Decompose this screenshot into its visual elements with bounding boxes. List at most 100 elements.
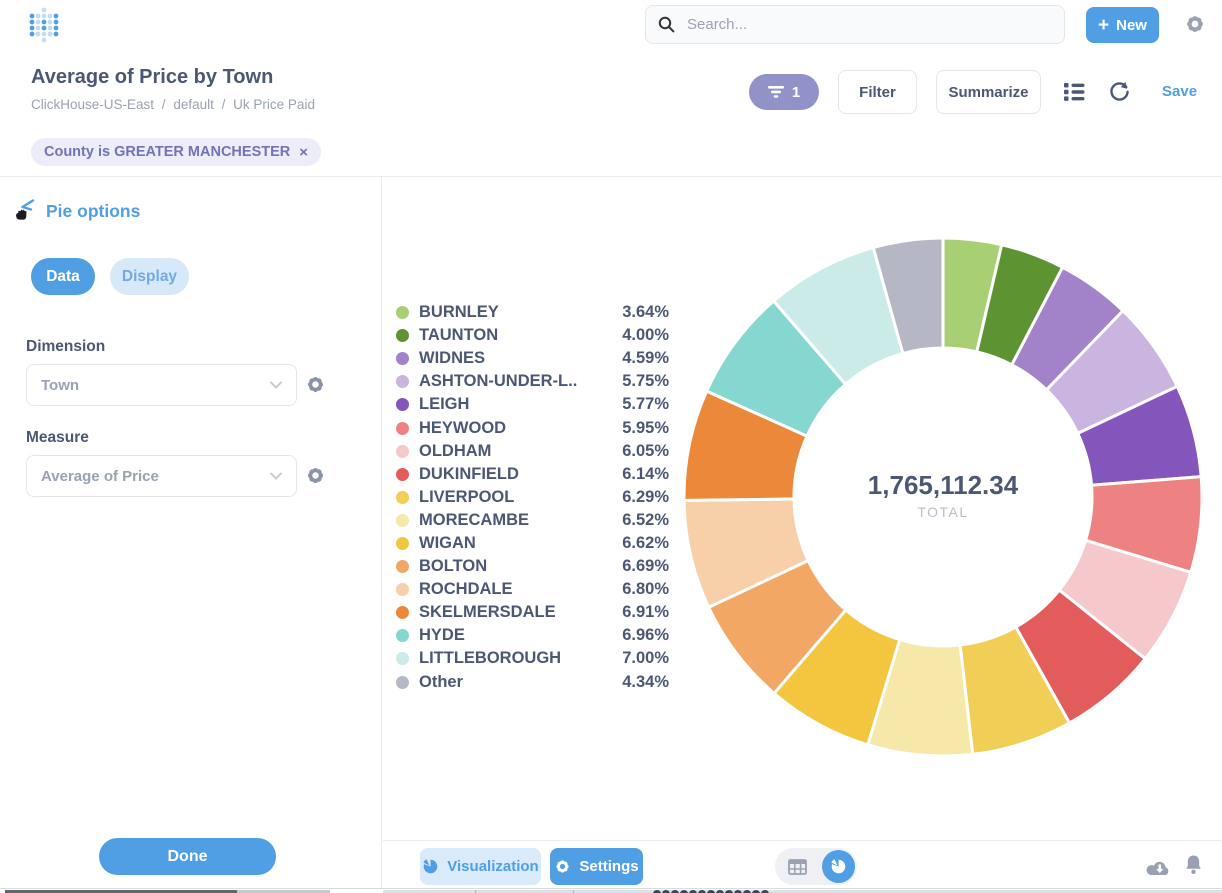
- legend-label: Other: [419, 673, 622, 692]
- done-button[interactable]: Done: [99, 838, 276, 875]
- measure-gear-icon[interactable]: [305, 465, 326, 486]
- legend-label: LITTLEBOROUGH: [419, 649, 622, 668]
- logo-dot: [42, 38, 47, 43]
- logo-dot: [54, 26, 59, 31]
- breadcrumb-table[interactable]: Uk Price Paid: [233, 97, 315, 112]
- legend-item[interactable]: LITTLEBOROUGH7.00%: [396, 647, 669, 670]
- logo-dot: [36, 26, 41, 31]
- legend-percent: 6.96%: [622, 626, 669, 645]
- legend-item[interactable]: BURNLEY3.64%: [396, 301, 669, 324]
- legend-item[interactable]: ASHTON-UNDER-L..5.75%: [396, 370, 669, 393]
- legend-percent: 4.00%: [622, 326, 669, 345]
- logo-dot: [30, 32, 35, 37]
- search-input[interactable]: [685, 15, 1029, 34]
- refresh-icon[interactable]: [1108, 80, 1131, 103]
- tab-data[interactable]: Data: [31, 258, 95, 295]
- legend-label: WIGAN: [419, 534, 622, 553]
- search-bar[interactable]: [645, 5, 1065, 44]
- legend-item[interactable]: LEIGH5.77%: [396, 393, 669, 416]
- breadcrumb-separator: /: [222, 97, 226, 112]
- chevron-down-icon: [270, 381, 282, 389]
- legend-item[interactable]: LIVERPOOL6.29%: [396, 486, 669, 509]
- legend-item[interactable]: ROCHDALE6.80%: [396, 578, 669, 601]
- legend-percent: 6.80%: [622, 580, 669, 599]
- legend-percent: 6.05%: [622, 442, 669, 461]
- legend-item[interactable]: Other4.34%: [396, 671, 669, 694]
- logo-dot: [30, 14, 35, 19]
- metabase-logo[interactable]: [28, 6, 60, 44]
- search-icon: [658, 16, 675, 33]
- legend-color-dot: [396, 514, 409, 527]
- legend-label: LIVERPOOL: [419, 488, 622, 507]
- legend-label: SKELMERSDALE: [419, 603, 622, 622]
- logo-dot: [30, 26, 35, 31]
- filter-count-pill[interactable]: 1: [749, 74, 819, 110]
- legend-item[interactable]: MORECAMBE6.52%: [396, 509, 669, 532]
- plus-icon: +: [1098, 16, 1109, 35]
- new-button[interactable]: + New: [1086, 7, 1159, 43]
- legend-item[interactable]: BOLTON6.69%: [396, 555, 669, 578]
- legend-item[interactable]: TAUNTON4.00%: [396, 324, 669, 347]
- legend-label: ROCHDALE: [419, 580, 622, 599]
- notebook-icon[interactable]: [1064, 82, 1086, 102]
- table-view-icon[interactable]: [788, 859, 807, 875]
- legend-percent: 6.52%: [622, 511, 669, 530]
- legend-item[interactable]: HEYWOOD5.95%: [396, 416, 669, 439]
- measure-select[interactable]: Average of Price: [26, 455, 297, 497]
- filter-count: 1: [792, 84, 800, 101]
- page-title: Average of Price by Town: [31, 66, 273, 89]
- logo-dot: [36, 20, 41, 25]
- breadcrumb[interactable]: ClickHouse-US-East / default / Uk Price …: [31, 97, 319, 112]
- legend-item[interactable]: DUKINFIELD6.14%: [396, 463, 669, 486]
- breadcrumb-separator: /: [162, 97, 166, 112]
- legend-item[interactable]: HYDE6.96%: [396, 624, 669, 647]
- legend-color-dot: [396, 629, 409, 642]
- filter-chip-label: County is GREATER MANCHESTER: [44, 144, 290, 160]
- download-icon[interactable]: [1146, 857, 1173, 877]
- breadcrumb-database[interactable]: ClickHouse-US-East: [31, 97, 154, 112]
- save-button[interactable]: Save: [1162, 83, 1197, 100]
- legend-color-dot: [396, 306, 409, 319]
- filter-chip[interactable]: County is GREATER MANCHESTER ×: [31, 138, 321, 166]
- visualization-button-label: Visualization: [447, 858, 538, 875]
- logo-dot: [42, 8, 47, 13]
- filter-button[interactable]: Filter: [838, 70, 917, 114]
- legend-label: OLDHAM: [419, 442, 622, 461]
- legend-percent: 5.77%: [622, 395, 669, 414]
- legend-label: DUKINFIELD: [419, 465, 622, 484]
- legend-percent: 6.29%: [622, 488, 669, 507]
- logo-dot: [42, 26, 47, 31]
- breadcrumb-schema[interactable]: default: [173, 97, 214, 112]
- mouse-cursor: [13, 206, 34, 223]
- metabase-question-page: + New Average of Price by Town ClickHous…: [0, 0, 1222, 893]
- logo-dot: [48, 14, 53, 19]
- legend-label: BOLTON: [419, 557, 622, 576]
- measure-value: Average of Price: [41, 468, 159, 485]
- legend-percent: 4.59%: [622, 349, 669, 368]
- settings-button[interactable]: Settings: [550, 848, 643, 885]
- legend-item[interactable]: OLDHAM6.05%: [396, 440, 669, 463]
- legend-item[interactable]: SKELMERSDALE6.91%: [396, 601, 669, 624]
- legend-color-dot: [396, 652, 409, 665]
- logo-dot: [36, 32, 41, 37]
- legend-color-dot: [396, 537, 409, 550]
- legend-item[interactable]: WIDNES4.59%: [396, 347, 669, 370]
- logo-dot: [48, 32, 53, 37]
- dimension-gear-icon[interactable]: [305, 374, 326, 395]
- logo-dot: [54, 14, 59, 19]
- bell-icon[interactable]: [1184, 854, 1203, 877]
- chart-view-icon[interactable]: [822, 850, 855, 883]
- dimension-select[interactable]: Town: [26, 364, 297, 406]
- gear-icon: [554, 858, 571, 875]
- admin-gear-icon[interactable]: [1184, 13, 1206, 35]
- legend-item[interactable]: WIGAN6.62%: [396, 532, 669, 555]
- visualization-button[interactable]: Visualization: [420, 848, 541, 885]
- summarize-button[interactable]: Summarize: [936, 70, 1041, 114]
- legend-color-dot: [396, 352, 409, 365]
- legend-percent: 6.62%: [622, 534, 669, 553]
- legend-percent: 7.00%: [622, 649, 669, 668]
- legend-label: MORECAMBE: [419, 511, 622, 530]
- remove-filter-icon[interactable]: ×: [299, 144, 308, 161]
- tab-display[interactable]: Display: [110, 258, 189, 295]
- pie-chart-icon: [422, 858, 439, 875]
